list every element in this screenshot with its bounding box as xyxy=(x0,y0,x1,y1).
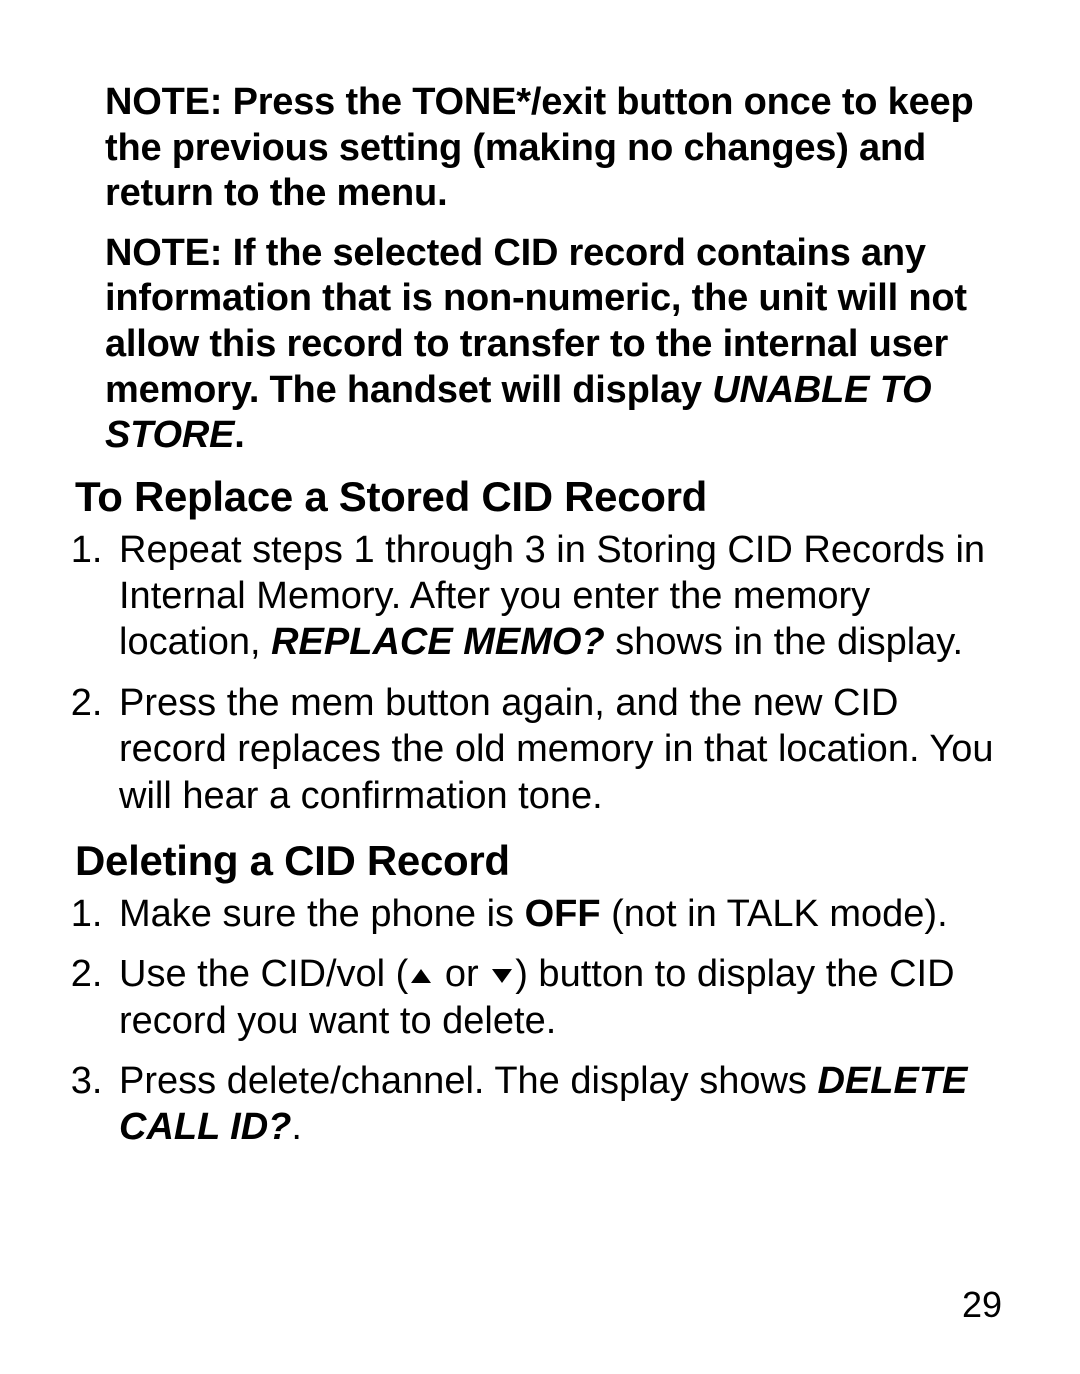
delete-step-2: Use the CID/vol ( or ) button to display… xyxy=(113,951,1005,1044)
triangle-up-icon xyxy=(411,969,431,983)
delete-step-3-text-c: . xyxy=(291,1106,302,1148)
delete-step-1: Make sure the phone is OFF (not in TALK … xyxy=(113,891,1005,937)
replace-steps-list: Repeat steps 1 through 3 in Storing CID … xyxy=(75,527,1005,819)
replace-step-1-text-c: shows in the display. xyxy=(605,621,963,663)
delete-steps-list: Make sure the phone is OFF (not in TALK … xyxy=(75,891,1005,1151)
delete-step-2-or: or xyxy=(434,953,489,995)
delete-step-3: Press delete/channel. The display shows … xyxy=(113,1058,1005,1151)
page-number: 29 xyxy=(962,1284,1002,1326)
heading-deleting-cid: Deleting a CID Record xyxy=(75,837,1005,885)
delete-step-1-off: OFF xyxy=(525,893,601,935)
replace-step-1-display: REPLACE MEMO? xyxy=(271,621,605,663)
delete-step-2-text-a: Use the CID/vol ( xyxy=(119,953,408,995)
replace-step-1: Repeat steps 1 through 3 in Storing CID … xyxy=(113,527,1005,666)
note-tone-exit: NOTE: Press the TONE*/exit button once t… xyxy=(75,80,1005,217)
note-unable-to-store: NOTE: If the selected CID record contain… xyxy=(75,231,1005,459)
manual-page: NOTE: Press the TONE*/exit button once t… xyxy=(0,0,1080,1374)
heading-replace-stored-cid: To Replace a Stored CID Record xyxy=(75,473,1005,521)
triangle-down-icon xyxy=(492,969,512,983)
replace-step-2: Press the mem button again, and the new … xyxy=(113,680,1005,819)
delete-step-1-text-c: (not in TALK mode). xyxy=(601,893,948,935)
delete-step-3-text-a: Press delete/channel. The display shows xyxy=(119,1060,817,1102)
note2-suffix: . xyxy=(234,414,244,456)
delete-step-1-text-a: Make sure the phone is xyxy=(119,893,525,935)
